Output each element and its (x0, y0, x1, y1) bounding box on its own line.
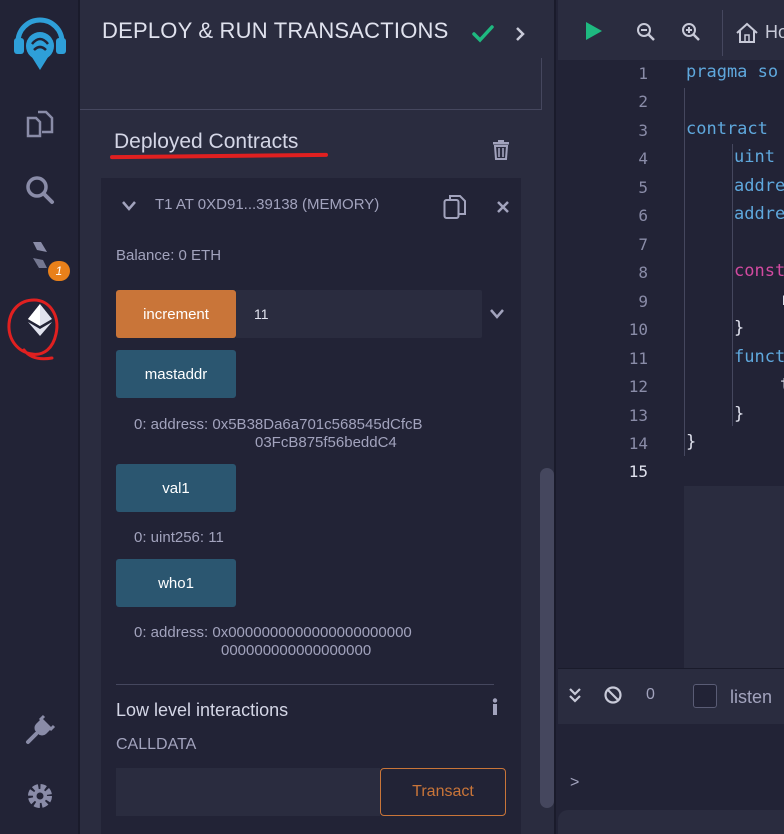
listen-label: listen (730, 687, 773, 707)
run-icon[interactable] (584, 20, 604, 42)
red-annotation-underline (109, 152, 329, 160)
file-explorer-icon[interactable] (20, 104, 60, 144)
zoom-out-icon[interactable] (636, 22, 656, 42)
remix-logo-icon[interactable] (12, 12, 68, 74)
val1-result: 0: uint256: 11 (134, 529, 224, 546)
deployed-contracts-title: Deployed Contracts (114, 130, 299, 153)
line-gutter: 1 2 3 4 5 6 7 8 9 10 11 12 13 14 15 (558, 60, 684, 668)
code-line: funct (734, 347, 784, 367)
home-tab[interactable]: Ho (722, 10, 784, 56)
code-line: t (780, 375, 784, 395)
line-number: 1 (638, 64, 648, 83)
code-line: const (734, 261, 784, 281)
increment-button[interactable]: increment (116, 290, 236, 338)
pending-tx-count: 0 (646, 686, 655, 703)
divider (116, 684, 494, 685)
who1-button[interactable]: who1 (116, 559, 236, 607)
search-icon[interactable] (20, 170, 60, 210)
code-line: addre (734, 176, 784, 196)
terminal-prompt: > (570, 774, 580, 791)
increment-input[interactable]: 11 (236, 290, 482, 338)
code-line: contract (686, 119, 768, 139)
close-icon[interactable] (496, 200, 510, 214)
panel-title: DEPLOY & RUN TRANSACTIONS (102, 18, 448, 44)
compiler-badge: 1 (48, 261, 70, 281)
listen-checkbox[interactable] (693, 684, 717, 708)
line-number: 10 (628, 320, 648, 339)
chevron-right-icon[interactable] (514, 26, 526, 42)
code-token: pragma (686, 62, 758, 82)
home-icon (736, 22, 758, 43)
line-number: 12 (628, 377, 648, 396)
side-panel: DEPLOY & RUN TRANSACTIONS Deployed Contr… (80, 0, 556, 834)
code-indent-guide (732, 286, 733, 312)
code-line: } (686, 432, 697, 452)
panel-title-text: DEPLOY & RUN TRANSACTIONS (102, 18, 449, 43)
calldata-input[interactable] (116, 768, 380, 816)
code-line: } (734, 404, 745, 424)
home-tab-label: Ho (765, 22, 784, 42)
code-line: uint (734, 147, 775, 167)
red-annotation-circle (7, 298, 59, 361)
low-level-interactions-title: Low level interactions (116, 700, 289, 720)
line-number: 7 (638, 235, 648, 254)
code-indent-guide (732, 144, 733, 426)
mastaddr-result-line1: 0: address: 0x5B38Da6a701c568545dCfcB (134, 416, 423, 433)
plug-icon[interactable] (20, 710, 60, 750)
calldata-label: CALLDATA (116, 736, 197, 753)
copy-icon[interactable] (443, 194, 467, 220)
code-indent-guide (684, 88, 685, 456)
icon-panel: 1 (0, 0, 80, 834)
terminal-toolbar: 0 listen (558, 668, 784, 724)
code-line: r (780, 290, 784, 310)
info-icon[interactable] (491, 698, 499, 716)
clear-console-icon[interactable] (603, 685, 623, 705)
who1-result-line1: 0: address: 0x0000000000000000000000 (134, 624, 412, 641)
line-number: 5 (638, 178, 648, 197)
contract-balance: Balance: 0 ETH (116, 247, 222, 264)
editor-toolbar: Ho (558, 0, 784, 60)
gear-icon[interactable] (20, 776, 60, 816)
terminal-scrollbar[interactable] (558, 810, 784, 834)
panel-scrollbar[interactable] (540, 468, 554, 808)
line-number: 8 (638, 263, 648, 282)
line-number: 9 (638, 292, 648, 311)
line-number: 2 (638, 92, 648, 111)
panel-divider-box (80, 58, 542, 110)
deployed-contract-card: T1 AT 0XD91...39138 (MEMORY) Balance: 0 … (101, 178, 521, 834)
mastaddr-result-line2: 03FcB875f56beddC4 (255, 434, 397, 451)
line-number: 13 (628, 406, 648, 425)
mastaddr-button[interactable]: mastaddr (116, 350, 236, 398)
code-line: addre (734, 204, 784, 224)
zoom-in-icon[interactable] (681, 22, 701, 42)
line-number: 4 (638, 149, 648, 168)
check-icon (472, 25, 494, 43)
line-number: 14 (628, 434, 648, 453)
editor-empty-area (684, 486, 784, 668)
line-number: 3 (638, 121, 648, 140)
code-line: } (734, 318, 745, 338)
expand-args-icon[interactable] (489, 308, 505, 320)
editor-pane: Ho 1 2 3 4 5 6 7 8 9 10 11 12 13 14 15 p… (558, 0, 784, 834)
code-token: so (757, 62, 779, 82)
line-number: 6 (638, 206, 648, 225)
transact-button[interactable]: Transact (380, 768, 506, 816)
collapse-terminal-icon[interactable] (568, 687, 582, 705)
line-number-current: 15 (628, 462, 648, 481)
contract-header[interactable]: T1 AT 0XD91...39138 (MEMORY) (101, 178, 521, 234)
code-line: pragma so (686, 62, 778, 82)
val1-button[interactable]: val1 (116, 464, 236, 512)
trash-icon[interactable] (492, 140, 510, 160)
who1-result-line2: 000000000000000000 (221, 642, 372, 659)
chevron-down-icon[interactable] (121, 200, 137, 212)
line-number: 11 (628, 349, 648, 368)
contract-name: T1 AT 0XD91...39138 (MEMORY) (155, 196, 380, 213)
